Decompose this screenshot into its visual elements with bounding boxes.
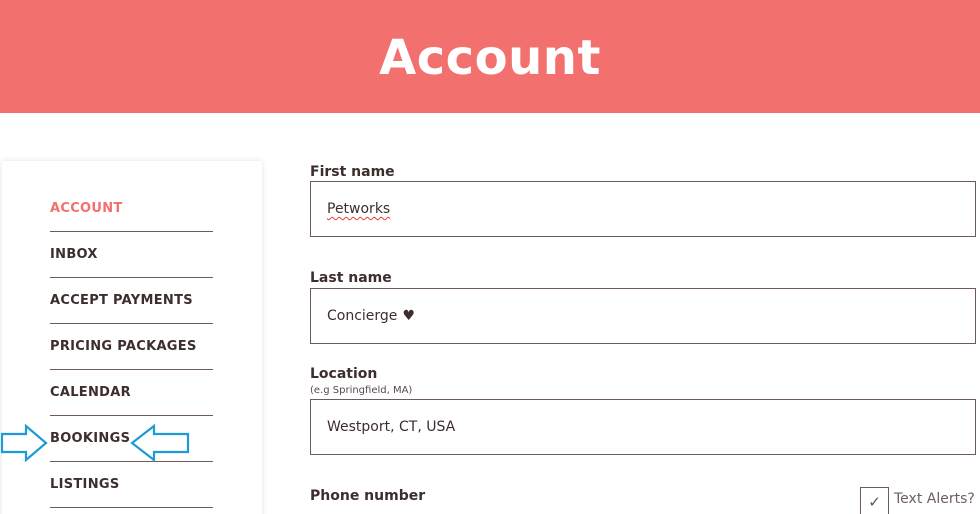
heart-icon: ♥ — [402, 308, 415, 324]
sidebar-item-pricing-packages[interactable]: PRICING PACKAGES — [50, 324, 213, 370]
last-name-value: Concierge — [327, 308, 398, 324]
checkmark-icon: ✓ — [868, 492, 881, 511]
sidebar-item-accept-payments[interactable]: ACCEPT PAYMENTS — [50, 278, 213, 324]
location-field[interactable]: Westport, CT, USA — [310, 399, 976, 455]
page-header: Account — [0, 0, 980, 113]
phone-number-label: Phone number — [310, 488, 426, 504]
left-arrow-icon — [130, 424, 190, 462]
last-name-label: Last name — [310, 270, 392, 286]
location-value: Westport, CT, USA — [327, 419, 456, 435]
first-name-value: Petworks — [327, 201, 391, 217]
sidebar-item-account[interactable]: ACCOUNT — [50, 186, 213, 232]
right-arrow-icon — [0, 424, 48, 462]
text-alerts-label: Text Alerts? — [894, 491, 975, 507]
last-name-field[interactable]: Concierge ♥ — [310, 288, 976, 344]
location-hint: (e.g Springfield, MA) — [310, 385, 413, 396]
sidebar-item-calendar[interactable]: CALENDAR — [50, 370, 213, 416]
location-label: Location — [310, 366, 378, 382]
page-title: Account — [379, 29, 601, 86]
sidebar-item-inbox[interactable]: INBOX — [50, 232, 213, 278]
sidebar-item-listings[interactable]: LISTINGS — [50, 462, 213, 508]
text-alerts-checkbox[interactable]: ✓ — [860, 487, 889, 514]
first-name-field[interactable]: Petworks — [310, 181, 976, 237]
first-name-label: First name — [310, 164, 395, 180]
